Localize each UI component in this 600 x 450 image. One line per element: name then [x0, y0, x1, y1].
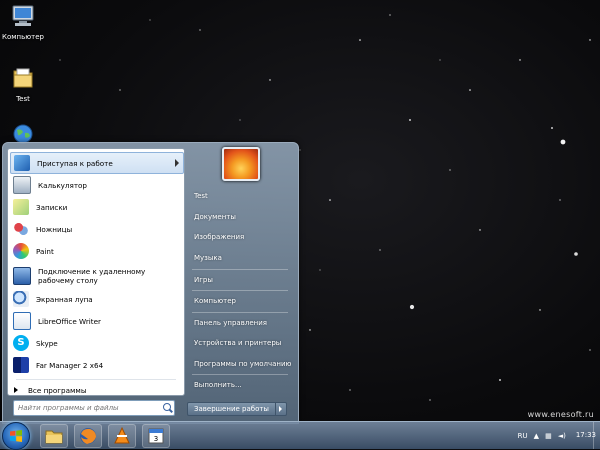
program-calculator[interactable]: Калькулятор	[10, 175, 182, 195]
program-remote-desktop[interactable]: Подключение к удаленному рабочему столу	[10, 263, 182, 289]
network-tray-icon[interactable]: ▦	[545, 432, 552, 440]
folder-icon	[13, 68, 33, 88]
link-control-panel[interactable]: Панель управления	[188, 315, 292, 331]
program-sticky-notes[interactable]: Записки	[10, 197, 182, 217]
link-games[interactable]: Игры	[188, 272, 292, 288]
link-user-folder[interactable]: Test	[188, 188, 292, 204]
computer-icon	[12, 5, 34, 26]
desktop-icon-computer[interactable]: Компьютер	[0, 4, 46, 41]
magnifier-icon	[13, 291, 29, 307]
separator	[192, 312, 288, 313]
link-computer[interactable]: Компьютер	[188, 293, 292, 309]
separator	[16, 379, 176, 380]
taskbar: 3 RU ▲ ▦ ◄) 17:33	[0, 421, 600, 450]
link-documents[interactable]: Документы	[188, 209, 292, 225]
taskbar-explorer[interactable]	[40, 424, 68, 448]
snipping-tool-icon	[13, 221, 29, 237]
volume-tray-icon[interactable]: ◄)	[558, 432, 566, 440]
program-label: Экранная лупа	[36, 294, 93, 304]
firefox-icon	[80, 428, 96, 444]
system-tray: RU ▲ ▦ ◄) 17:33	[512, 422, 596, 449]
far-manager-icon	[13, 357, 29, 373]
getting-started-icon	[14, 155, 30, 171]
program-paint[interactable]: Paint	[10, 241, 182, 261]
start-menu: Приступая к работе Калькулятор Записки Н…	[2, 142, 299, 424]
link-music[interactable]: Музыка	[188, 250, 292, 266]
separator	[192, 269, 288, 270]
desktop-icon-label: Test	[16, 95, 30, 103]
program-libreoffice-writer[interactable]: LibreOffice Writer	[10, 311, 182, 331]
libreoffice-writer-icon	[13, 312, 31, 330]
desktop-icon-label: Компьютер	[2, 33, 44, 41]
shutdown-options-button[interactable]	[275, 402, 287, 416]
start-button[interactable]	[2, 422, 30, 450]
start-menu-places-pane: Test Документы Изображения Музыка Игры К…	[186, 143, 296, 423]
svg-text:3: 3	[154, 435, 158, 443]
user-avatar[interactable]	[222, 147, 260, 181]
explorer-icon	[45, 430, 63, 444]
vlc-icon	[114, 426, 130, 444]
watermark: www.enesoft.ru	[527, 410, 594, 419]
taskbar-firefox[interactable]	[74, 424, 102, 448]
program-label: Записки	[36, 202, 68, 212]
program-skype[interactable]: S Skype	[10, 333, 182, 353]
network-globe-icon	[13, 124, 33, 144]
search-input[interactable]	[14, 401, 158, 414]
start-search-box	[13, 400, 175, 416]
windows-logo-icon	[10, 430, 22, 442]
separator	[192, 290, 288, 291]
skype-icon: S	[13, 335, 29, 351]
calculator-icon	[13, 176, 31, 194]
show-desktop-button[interactable]	[593, 422, 600, 449]
program-far-manager[interactable]: Far Manager 2 x64	[10, 355, 182, 375]
all-programs-button[interactable]: Все программы	[14, 383, 87, 397]
separator	[192, 374, 288, 375]
program-label: Подключение к удаленному рабочему столу	[38, 267, 146, 285]
shutdown-group: Завершение работы	[187, 402, 287, 416]
program-label: Приступая к работе	[37, 158, 113, 168]
shutdown-button[interactable]: Завершение работы	[187, 402, 276, 416]
program-label: Калькулятор	[38, 180, 87, 190]
program-label: LibreOffice Writer	[38, 316, 101, 326]
link-run[interactable]: Выполнить...	[188, 377, 292, 393]
tray-expand-icon[interactable]: ▲	[534, 432, 539, 440]
taskbar-calendar-app[interactable]: 3	[142, 424, 170, 448]
desktop-icon-test-folder[interactable]: Test	[0, 66, 46, 103]
program-label: Ножницы	[36, 224, 73, 234]
taskbar-vlc[interactable]	[108, 424, 136, 448]
program-label: Skype	[36, 338, 58, 348]
calendar-app-icon: 3	[148, 428, 164, 444]
language-indicator[interactable]: RU	[518, 432, 528, 440]
program-snipping-tool[interactable]: Ножницы	[10, 219, 182, 239]
remote-desktop-icon	[13, 267, 31, 285]
submenu-arrow-icon	[175, 159, 179, 167]
sticky-notes-icon	[13, 199, 29, 215]
paint-icon	[13, 243, 29, 259]
link-devices-printers[interactable]: Устройства и принтеры	[188, 335, 292, 351]
program-getting-started[interactable]: Приступая к работе	[10, 152, 184, 174]
program-label: Far Manager 2 x64	[36, 360, 104, 370]
start-menu-programs-pane: Приступая к работе Калькулятор Записки Н…	[7, 148, 185, 396]
program-magnifier[interactable]: Экранная лупа	[10, 289, 182, 309]
search-icon[interactable]	[163, 403, 171, 411]
all-programs-arrow-icon	[14, 387, 18, 393]
program-label: Paint	[36, 246, 54, 256]
link-pictures[interactable]: Изображения	[188, 229, 292, 245]
link-default-programs[interactable]: Программы по умолчанию	[188, 356, 292, 372]
all-programs-label: Все программы	[28, 385, 87, 395]
